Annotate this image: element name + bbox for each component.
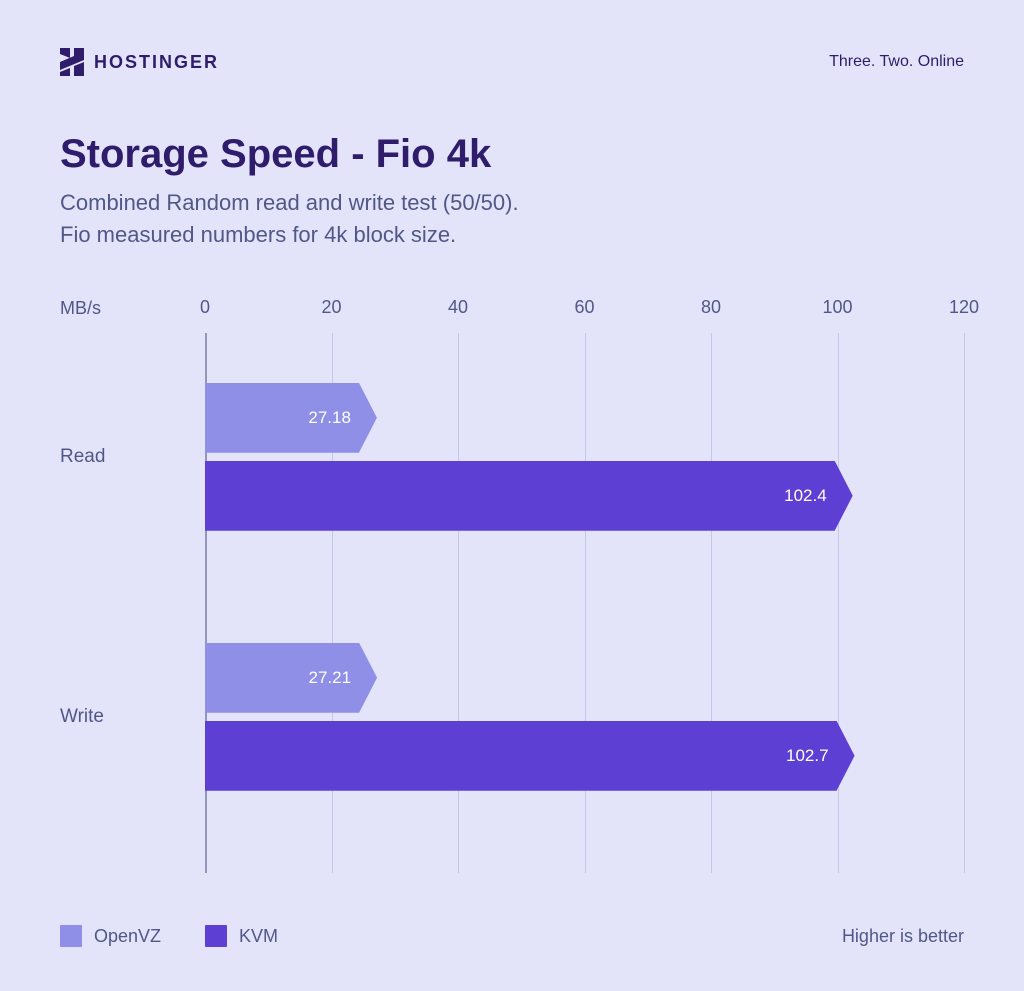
x-tick-label: 60: [574, 297, 594, 318]
chart-subtitle: Combined Random read and write test (50/…: [60, 187, 964, 251]
category-group: Read27.18102.4: [205, 383, 964, 531]
bar-openvz: 27.18: [205, 383, 377, 453]
legend-label-openvz: OpenVZ: [94, 926, 161, 947]
category-label: Read: [60, 446, 195, 468]
category-group: Write27.21102.7: [205, 643, 964, 791]
legend-label-kvm: KVM: [239, 926, 278, 947]
x-axis: MB/s 020406080100120: [60, 297, 964, 321]
bar-kvm: 102.4: [205, 461, 853, 531]
x-tick-label: 0: [200, 297, 210, 318]
bar-value-label: 102.4: [784, 486, 827, 506]
brand: HOSTINGER: [60, 48, 219, 76]
y-spacer: [60, 333, 205, 873]
category-label: Write: [60, 706, 195, 728]
topbar: HOSTINGER Three. Two. Online: [60, 48, 964, 76]
plot-row: Read 27.18 102.4 Write 27.21 102.7: [60, 333, 964, 873]
legend: OpenVZ KVM: [60, 925, 278, 947]
legend-swatch-kvm: [205, 925, 227, 947]
bar-kvm: 102.7: [205, 721, 855, 791]
page: HOSTINGER Three. Two. Online Storage Spe…: [0, 0, 1024, 991]
brand-name: HOSTINGER: [94, 52, 219, 73]
hostinger-logo-icon: [60, 48, 84, 76]
bar-openvz: 27.21: [205, 643, 377, 713]
x-tick-label: 40: [448, 297, 468, 318]
bar-value-label: 27.21: [309, 668, 352, 688]
bar-value-label: 27.18: [308, 408, 351, 428]
plot-area: Read27.18102.4Write27.21102.7: [205, 333, 964, 873]
gridline: [964, 333, 965, 873]
tagline: Three. Two. Online: [829, 53, 964, 71]
chart-footer: OpenVZ KVM Higher is better: [60, 925, 964, 947]
legend-item-openvz: OpenVZ: [60, 925, 161, 947]
x-tick-label: 80: [701, 297, 721, 318]
chart: MB/s 020406080100120 Read27.18102.4Write…: [60, 297, 964, 873]
x-tick-label: 100: [822, 297, 852, 318]
legend-swatch-openvz: [60, 925, 82, 947]
axis-unit-label: MB/s: [60, 298, 205, 319]
footer-hint: Higher is better: [842, 926, 964, 947]
x-tick-label: 120: [949, 297, 979, 318]
legend-item-kvm: KVM: [205, 925, 278, 947]
x-tick-label: 20: [321, 297, 341, 318]
chart-title: Storage Speed - Fio 4k: [60, 132, 964, 177]
x-axis-ticks: 020406080100120: [205, 297, 964, 321]
bar-value-label: 102.7: [786, 746, 829, 766]
